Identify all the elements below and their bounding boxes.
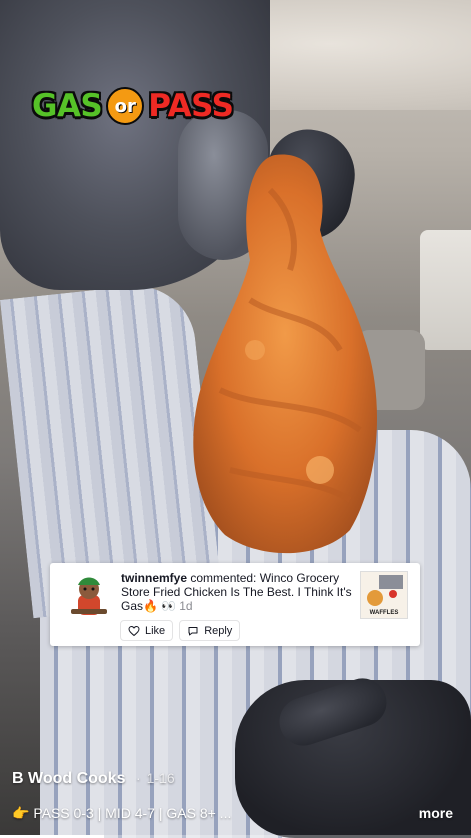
author-name[interactable]: B Wood Cooks xyxy=(12,770,125,787)
logo-gas-text: GAS xyxy=(32,88,103,124)
thumbnail-caption: WAFFLES xyxy=(369,610,399,616)
reply-bubble-icon xyxy=(188,626,198,635)
comment-card[interactable]: twinnemfye commented: Winco Grocery Stor… xyxy=(50,563,420,646)
commenter-avatar[interactable] xyxy=(64,573,114,623)
reply-button[interactable]: Reply xyxy=(179,620,241,641)
video-caption[interactable]: 👉 PASS 0-3 | MID 4-7 | GAS 8+ ... xyxy=(12,805,231,822)
reply-label: Reply xyxy=(204,624,233,637)
comment-emojis: 🔥 👀 xyxy=(143,599,177,613)
logo-pass-text: PASS xyxy=(148,88,234,124)
fried-chicken-drumstick xyxy=(193,154,377,554)
comment-text: twinnemfye commented: Winco Grocery Stor… xyxy=(121,571,353,613)
comment-actions: Like Reply xyxy=(120,620,241,641)
separator: · xyxy=(135,770,141,786)
gas-or-pass-logo: GAS or PASS xyxy=(32,82,234,130)
car-window xyxy=(420,230,471,350)
video-frame[interactable]: GAS or PASS twinnemfye commented: Winco … xyxy=(0,0,471,838)
like-button[interactable]: Like xyxy=(120,620,174,641)
post-date: 1-16 xyxy=(146,770,175,786)
comment-username[interactable]: twinnemfye xyxy=(121,571,187,585)
more-button[interactable]: more xyxy=(419,805,453,821)
heart-icon xyxy=(128,625,140,636)
video-thumbnail[interactable]: WAFFLES xyxy=(360,571,408,619)
logo-or-badge: or xyxy=(106,87,145,125)
author-line: B Wood Cooks · 1-16 xyxy=(12,770,175,788)
comment-time: 1d xyxy=(179,599,193,613)
comment-action: commented: xyxy=(190,571,257,585)
like-label: Like xyxy=(145,624,166,637)
